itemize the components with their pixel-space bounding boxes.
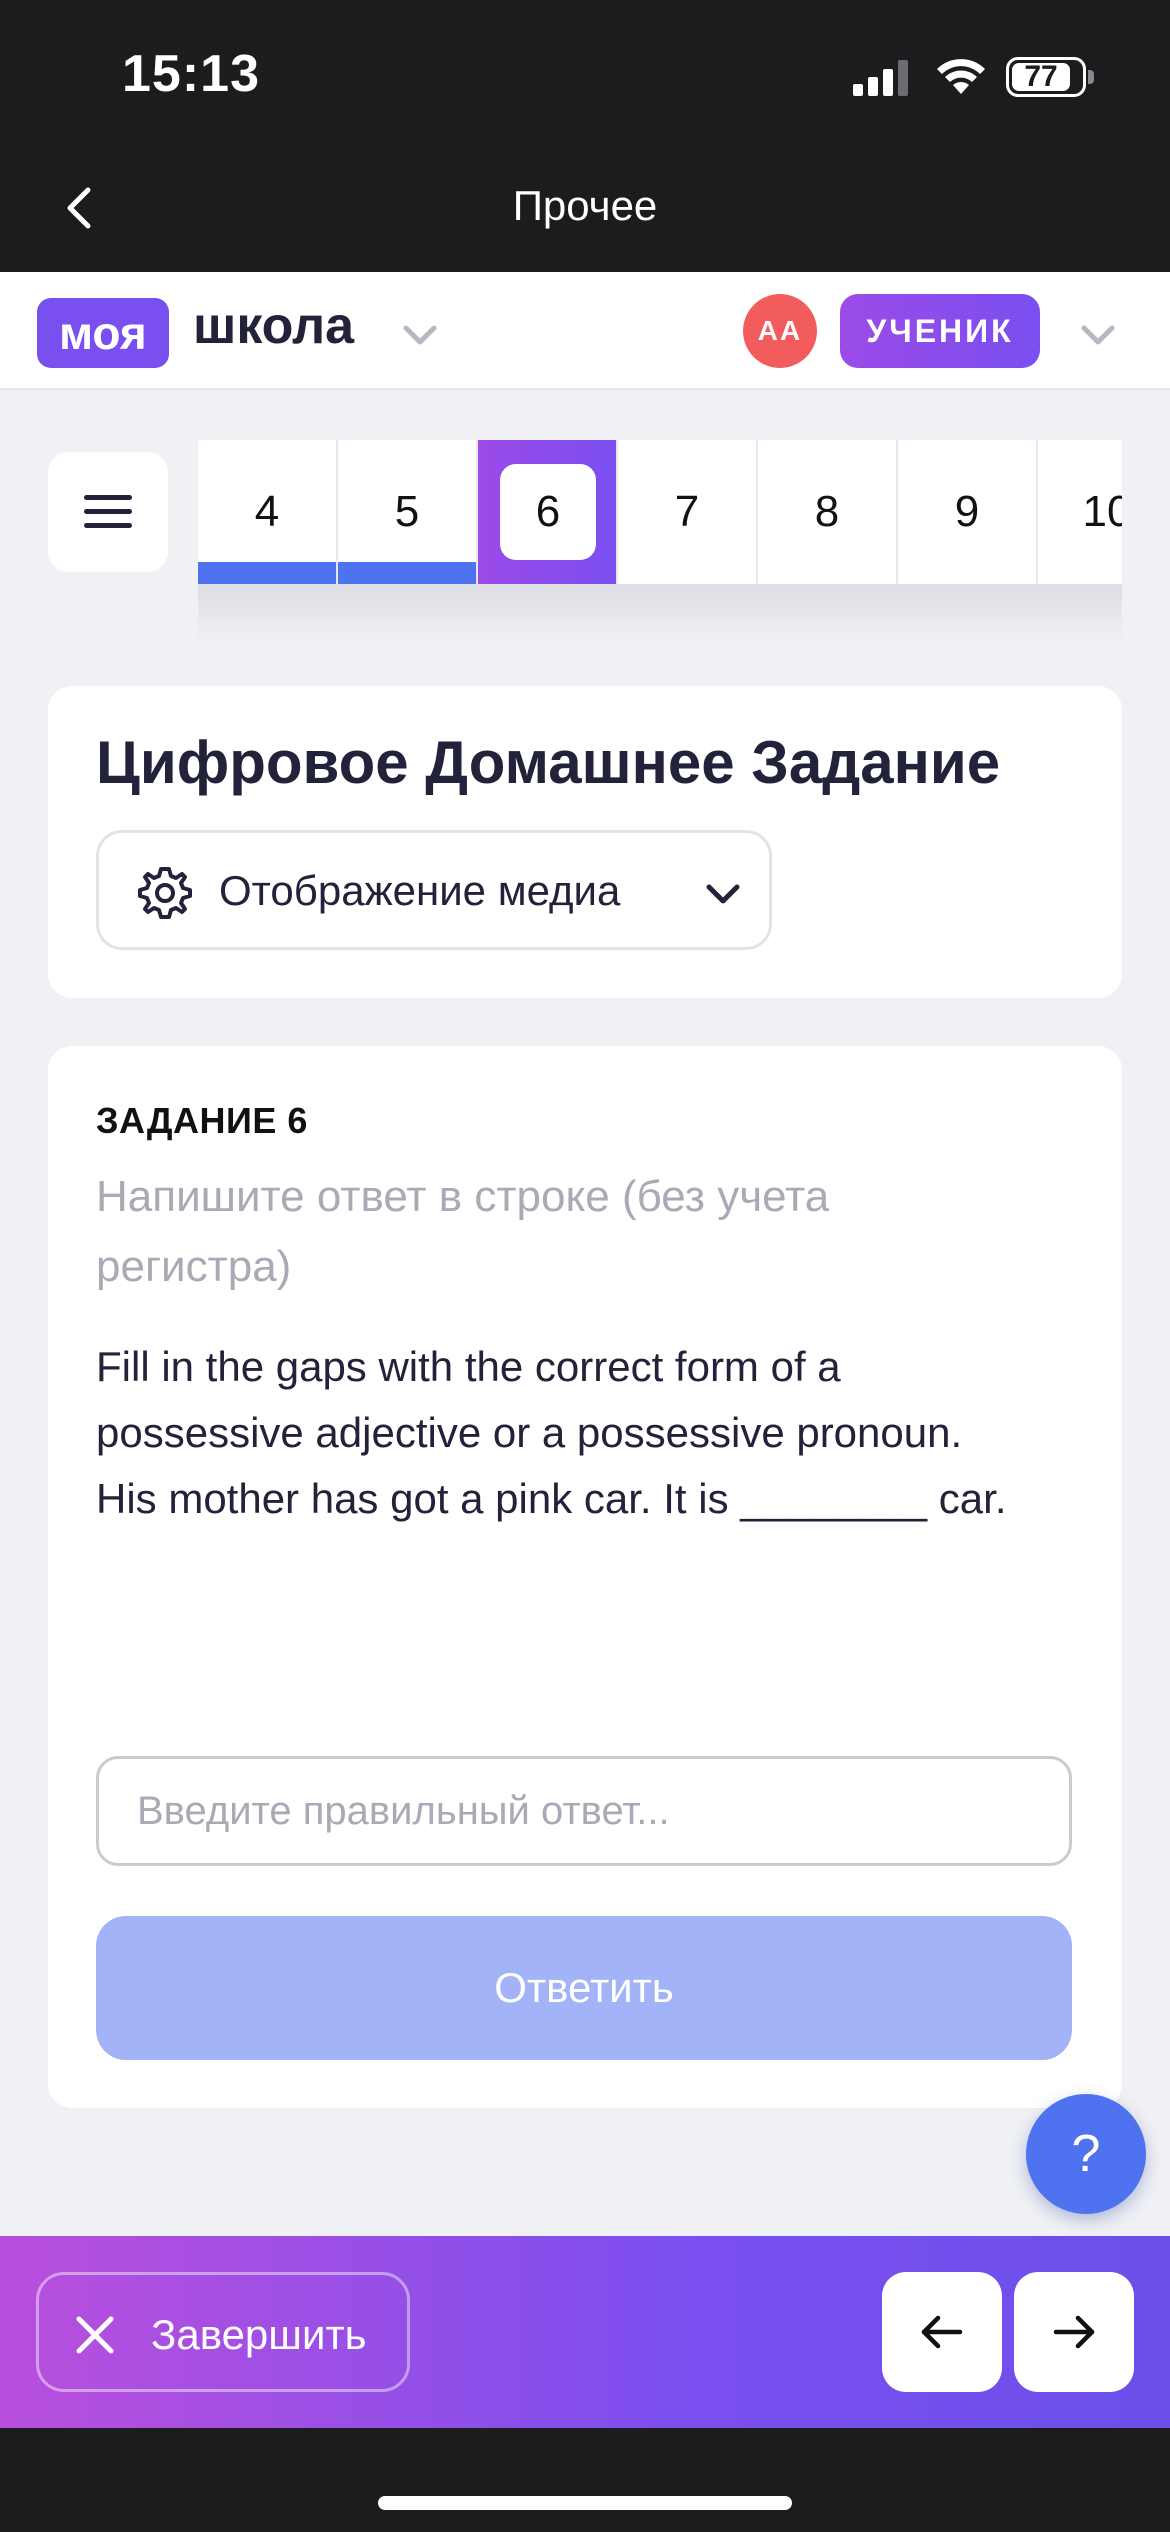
question-tab-label: 9 (954, 487, 980, 536)
question-tab-label: 8 (814, 487, 840, 536)
nav-title: Прочее (512, 182, 658, 229)
wifi-icon (937, 59, 985, 94)
status-bar: 15:13 77 (0, 0, 1170, 150)
submit-answer-button[interactable]: Ответить (96, 1916, 1072, 2060)
help-button[interactable]: ? (1026, 2094, 1146, 2214)
status-time: 15:13 (122, 45, 260, 103)
question-tab[interactable]: 7 (618, 440, 758, 584)
question-tab-label: 5 (394, 487, 420, 536)
question-tab-label: 4 (254, 487, 280, 536)
profile-dropdown-chevron-icon[interactable] (1078, 314, 1118, 354)
avatar[interactable]: АА (743, 294, 817, 368)
task-text-line: possessive adjective or a possessive pro… (96, 1409, 963, 1456)
question-tab-label: 10 (1082, 487, 1122, 536)
hamburger-icon (84, 495, 132, 500)
question-tab[interactable]: 8 (758, 440, 898, 584)
question-tab-label: 7 (674, 487, 700, 536)
task-text-line: Fill in the gaps with the correct form o… (96, 1343, 841, 1390)
bottom-bar: Завершить (0, 2236, 1170, 2428)
arrow-left-icon (921, 2315, 963, 2349)
page-title: Цифровое Домашнее Задание (96, 729, 1001, 796)
finish-label: Завершить (151, 2311, 367, 2358)
chevron-down-icon (706, 884, 740, 904)
question-tab-label: 6 (500, 464, 596, 560)
question-tab[interactable]: 5 (338, 440, 478, 584)
media-display-label: Отображение медиа (219, 867, 621, 914)
logo-box[interactable]: моя (37, 298, 169, 368)
arrow-right-icon (1053, 2315, 1095, 2349)
role-badge[interactable]: УЧЕНИК (840, 294, 1040, 368)
question-tab[interactable]: 9 (898, 440, 1038, 584)
task-text-line: His mother has got a pink car. It is ___… (96, 1475, 1007, 1522)
question-tab[interactable]: 10 (1038, 440, 1122, 584)
task-text: Fill in the gaps with the correct form o… (96, 1334, 1076, 1532)
home-area (0, 2428, 1170, 2532)
task-hint: Напишите ответ в строке (без учета регис… (96, 1172, 830, 1291)
answer-input[interactable] (96, 1756, 1072, 1866)
question-strip: 4 5 6 7 8 9 10 (198, 440, 1122, 584)
media-display-button[interactable]: Отображение медиа (96, 830, 772, 950)
gear-icon (138, 867, 192, 919)
nav-bar: Прочее (0, 150, 1170, 272)
app-header: моя школа АА УЧЕНИК (0, 272, 1170, 390)
next-button[interactable] (1014, 2272, 1134, 2392)
logo-text[interactable]: школа (193, 296, 354, 356)
title-card: Цифровое Домашнее Задание Отображение ме… (48, 686, 1122, 998)
menu-button[interactable] (48, 452, 168, 572)
task-number: ЗАДАНИЕ 6 (96, 1100, 308, 1141)
finish-button[interactable]: Завершить (36, 2272, 410, 2392)
question-tab[interactable]: 6 (478, 440, 618, 584)
task-card: ЗАДАНИЕ 6 Напишите ответ в строке (без у… (48, 1046, 1122, 2108)
home-indicator[interactable] (378, 2496, 792, 2510)
question-tab[interactable]: 4 (198, 440, 338, 584)
close-icon (76, 2316, 114, 2354)
cellular-signal-icon (853, 60, 913, 96)
battery-level: 77 (1012, 62, 1070, 92)
school-dropdown-chevron-icon[interactable] (400, 314, 440, 354)
battery-icon: 77 (1006, 57, 1094, 97)
previous-button[interactable] (882, 2272, 1002, 2392)
